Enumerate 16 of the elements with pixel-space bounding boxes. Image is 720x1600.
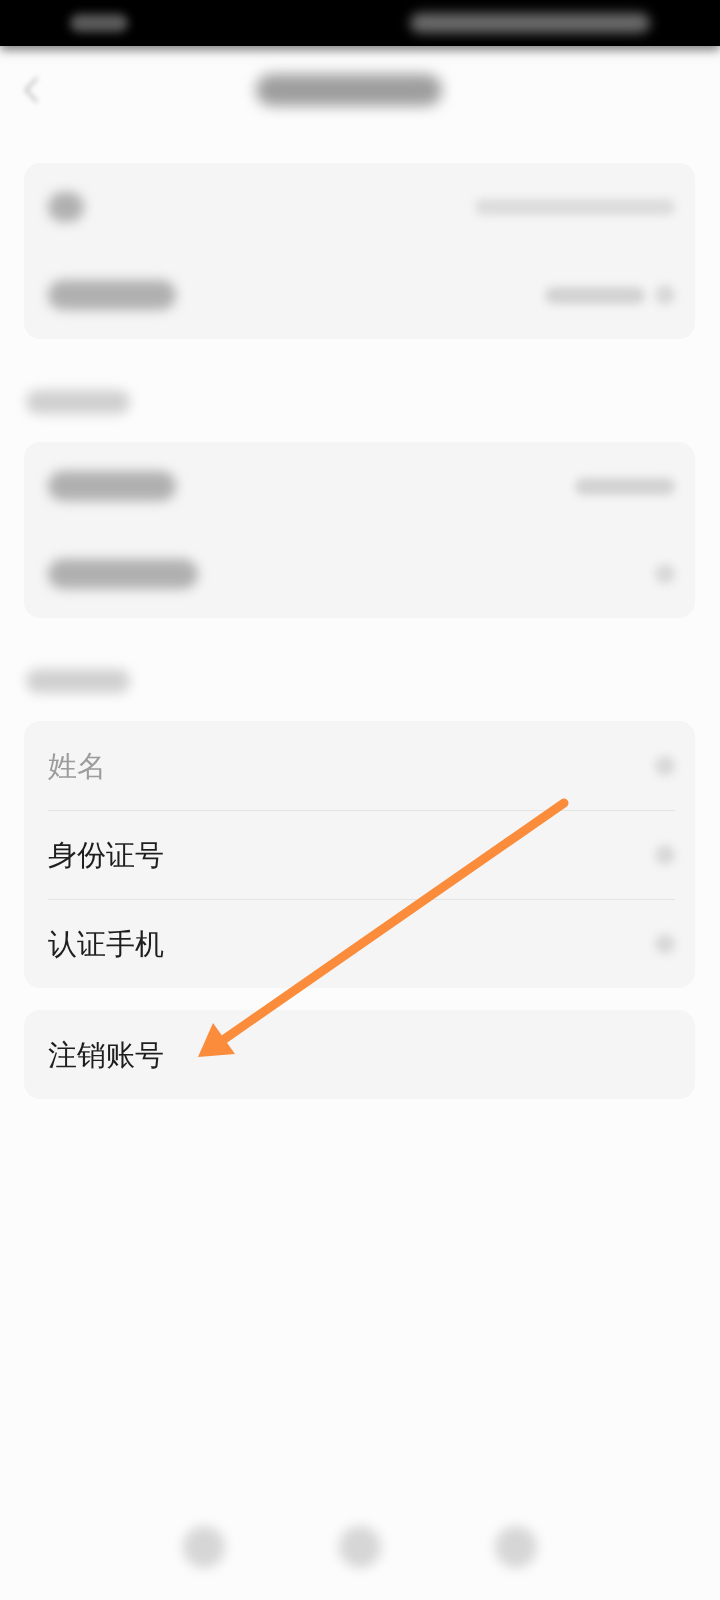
blurred-icon bbox=[655, 285, 675, 305]
blurred-icon[interactable] bbox=[339, 1526, 381, 1568]
blurred-icon bbox=[410, 13, 650, 33]
blurred-icon bbox=[655, 564, 675, 584]
row-label: 注销账号 bbox=[48, 1036, 164, 1073]
blurred-icon bbox=[655, 845, 675, 865]
blurred-text bbox=[70, 14, 128, 32]
blurred-icon[interactable] bbox=[495, 1526, 537, 1568]
blurred-icon bbox=[655, 934, 675, 954]
blurred-icon[interactable] bbox=[183, 1526, 225, 1568]
blurred-icon bbox=[655, 755, 675, 776]
blurred-text bbox=[48, 192, 84, 222]
row-label: 姓名 bbox=[48, 747, 106, 784]
row-label: 身份证号 bbox=[48, 837, 164, 873]
row-label: 认证手机 bbox=[48, 926, 164, 962]
back-icon[interactable] bbox=[22, 75, 40, 105]
